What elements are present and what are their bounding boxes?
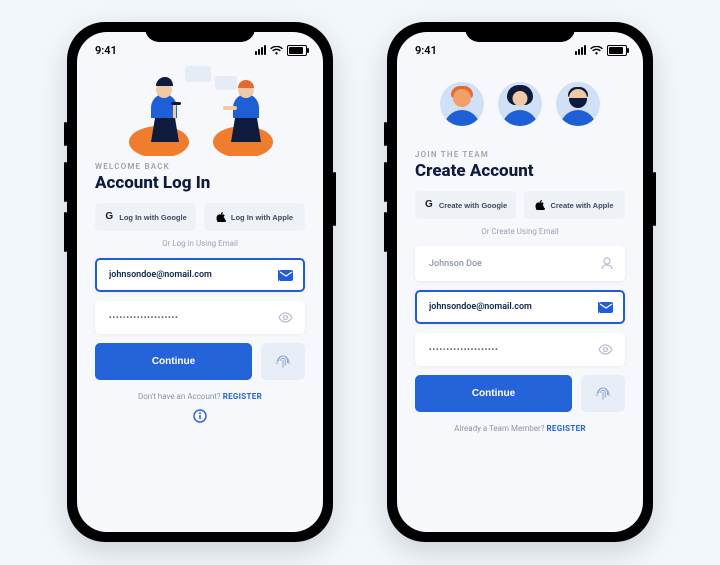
header-avatars [415, 64, 625, 144]
google-icon: G [104, 212, 114, 222]
apple-icon [216, 212, 226, 222]
mail-icon [599, 302, 613, 313]
wifi-icon [590, 46, 603, 55]
avatar-3 [556, 82, 600, 126]
continue-button[interactable]: Continue [415, 375, 572, 412]
device-signup: 9:41 JOIN THE TEAM Create Account [387, 22, 653, 542]
mail-icon [279, 270, 293, 281]
footer-prompt: Don't have an Account? REGISTER [95, 392, 305, 401]
device-notch [145, 22, 255, 42]
footer-prompt: Already a Team Member? REGISTER [415, 424, 625, 433]
google-icon: G [424, 200, 434, 210]
info-icon[interactable] [193, 409, 207, 423]
google-sso-button[interactable]: G Create with Google [415, 191, 516, 219]
device-notch [465, 22, 575, 42]
person-icon [601, 257, 613, 270]
biometric-button[interactable] [581, 375, 625, 412]
apple-icon [535, 200, 545, 210]
apple-sso-button[interactable]: Log In with Apple [204, 203, 305, 231]
email-input[interactable] [427, 301, 595, 313]
avatar-2 [498, 82, 542, 126]
footer-text: Don't have an Account? [138, 392, 223, 401]
page-title: Account Log In [95, 173, 305, 193]
continue-button[interactable]: Continue [95, 343, 252, 380]
device-login: 9:41 [67, 22, 333, 542]
eye-icon[interactable] [598, 344, 613, 355]
footer-text: Already a Team Member? [454, 424, 546, 433]
status-time: 9:41 [415, 44, 437, 57]
battery-icon [607, 45, 627, 56]
google-sso-label: Log In with Google [119, 213, 187, 222]
name-field[interactable] [415, 246, 625, 281]
google-sso-button[interactable]: G Log In with Google [95, 203, 196, 231]
eyebrow-text: JOIN THE TEAM [415, 150, 625, 159]
status-time: 9:41 [95, 44, 117, 57]
email-field[interactable] [415, 290, 625, 324]
password-input[interactable] [107, 313, 278, 323]
register-link[interactable]: REGISTER [223, 392, 262, 401]
cellular-icon [575, 45, 586, 55]
register-link[interactable]: REGISTER [546, 424, 585, 433]
eyebrow-text: WELCOME BACK [95, 162, 305, 171]
fingerprint-icon [594, 385, 612, 403]
sso-separator: Or Create Using Email [415, 227, 625, 236]
eye-icon[interactable] [278, 312, 293, 323]
wifi-icon [270, 46, 283, 55]
sso-separator: Or Log in Using Email [95, 239, 305, 248]
battery-icon [287, 45, 307, 56]
fingerprint-icon [274, 353, 292, 371]
google-sso-label: Create with Google [439, 201, 507, 210]
password-field[interactable] [95, 301, 305, 334]
apple-sso-label: Create with Apple [550, 201, 613, 210]
header-illustration [95, 60, 305, 156]
apple-sso-label: Log In with Apple [231, 213, 293, 222]
email-field[interactable] [95, 258, 305, 292]
name-input[interactable] [427, 258, 601, 270]
avatar-1 [440, 82, 484, 126]
page-title: Create Account [415, 161, 625, 181]
password-input[interactable] [427, 345, 598, 355]
biometric-button[interactable] [261, 343, 305, 380]
apple-sso-button[interactable]: Create with Apple [524, 191, 625, 219]
email-input[interactable] [107, 269, 275, 281]
cellular-icon [255, 45, 266, 55]
password-field[interactable] [415, 333, 625, 366]
